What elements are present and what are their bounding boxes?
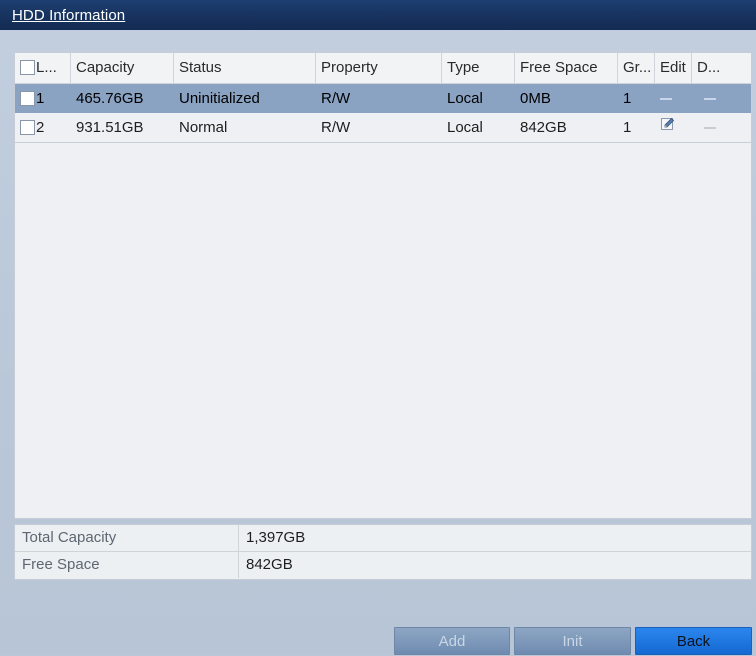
row-property: R/W	[321, 119, 351, 136]
total-capacity-label: Total Capacity	[15, 525, 239, 551]
title-bar: HDD Information	[0, 0, 756, 30]
row-group: 1	[623, 90, 632, 107]
table-row[interactable]: 1 465.76GB Uninitialized R/W Local 0MB 1	[15, 84, 751, 113]
free-space-label: Free Space	[15, 552, 239, 578]
column-header-free-space[interactable]: Free Space	[515, 53, 618, 83]
edit-icon[interactable]	[660, 113, 676, 142]
table-header: L... Capacity Status Property Type Free …	[15, 53, 751, 84]
row-label: 1	[36, 90, 45, 107]
column-header-group[interactable]: Gr...	[618, 53, 655, 83]
row-capacity: 465.76GB	[76, 90, 144, 107]
column-header-label[interactable]: L...	[15, 53, 71, 83]
capacity-summary: Total Capacity 1,397GB Free Space 842GB	[14, 524, 752, 580]
edit-button[interactable]	[655, 113, 692, 142]
hdd-table: L... Capacity Status Property Type Free …	[14, 52, 752, 519]
select-all-checkbox[interactable]	[20, 59, 35, 75]
dash-icon	[660, 98, 672, 101]
init-button[interactable]: Init	[514, 627, 631, 655]
row-checkbox[interactable]	[20, 119, 35, 135]
add-button[interactable]: Add	[394, 627, 510, 655]
row-free-space: 0MB	[520, 90, 551, 107]
dash-icon	[704, 98, 716, 101]
row-status: Normal	[179, 119, 228, 136]
column-header-edit[interactable]: Edit	[655, 53, 692, 83]
row-status: Uninitialized	[179, 90, 260, 107]
total-capacity-row: Total Capacity 1,397GB	[15, 525, 751, 551]
row-property: R/W	[321, 90, 351, 107]
row-type: Local	[447, 119, 483, 136]
row-free-space: 842GB	[520, 119, 567, 136]
row-divider	[15, 142, 751, 143]
total-capacity-value: 1,397GB	[246, 529, 306, 546]
column-header-type[interactable]: Type	[442, 53, 515, 83]
row-capacity: 931.51GB	[76, 119, 144, 136]
row-group: 1	[623, 119, 632, 136]
row-checkbox[interactable]	[20, 90, 35, 106]
delete-unavailable	[692, 84, 751, 113]
back-button[interactable]: Back	[635, 627, 752, 655]
free-space-row: Free Space 842GB	[15, 552, 751, 578]
dash-icon	[704, 127, 716, 130]
column-header-property[interactable]: Property	[316, 53, 442, 83]
dialog-title: HDD Information	[12, 7, 126, 24]
hdd-information-dialog: HDD Information L... Capacity Status Pro…	[0, 0, 756, 655]
row-type: Local	[447, 90, 483, 107]
row-label: 2	[36, 119, 45, 136]
free-space-value: 842GB	[246, 556, 293, 573]
edit-unavailable	[655, 84, 692, 113]
column-header-status[interactable]: Status	[174, 53, 316, 83]
table-row[interactable]: 2 931.51GB Normal R/W Local 842GB 1	[15, 113, 751, 142]
column-header-delete[interactable]: D...	[692, 53, 751, 83]
delete-unavailable	[692, 113, 751, 142]
column-header-capacity[interactable]: Capacity	[71, 53, 174, 83]
